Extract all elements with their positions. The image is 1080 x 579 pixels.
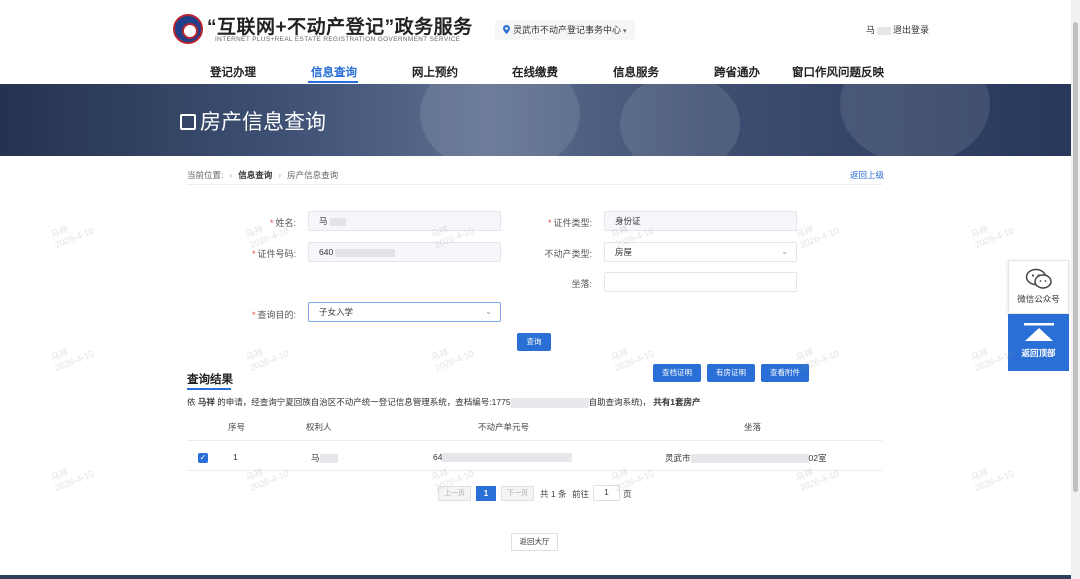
prev-page-button[interactable]: 上一页	[438, 486, 471, 501]
back-to-top-label: 返回顶部	[1021, 348, 1056, 358]
breadcrumb-level2: 房产信息查询	[287, 170, 339, 180]
chevron-down-icon: ▾	[623, 28, 627, 35]
chevron-down-icon: ⌄	[781, 247, 788, 256]
id-type-label: * 证件类型:	[547, 218, 592, 228]
nav-item-info-service[interactable]: 信息服务	[613, 64, 659, 80]
column-header-owner: 权利人	[306, 422, 332, 432]
nav-item-info-query[interactable]: 信息查询	[311, 64, 357, 80]
next-page-button[interactable]: 下一页	[501, 486, 534, 501]
watermark: 马祥 2026-4-10	[244, 466, 291, 493]
back-to-hall-button[interactable]: 返回大厅	[511, 533, 558, 551]
watermark: 马祥 2026-4-10	[969, 466, 1016, 493]
watermark: 马祥 2026-4-10	[244, 346, 291, 373]
breadcrumb-separator: ›	[229, 170, 233, 180]
view-attachment-button[interactable]: 查看附件	[761, 364, 809, 382]
column-header-unit-no: 不动产单元号	[478, 422, 530, 432]
nav-item-payment[interactable]: 在线缴费	[512, 64, 558, 80]
user-area: 马 退出登录	[866, 23, 929, 36]
redacted-block	[442, 453, 573, 463]
logo	[173, 14, 203, 44]
location-pin-icon	[503, 25, 510, 34]
nav-item-appointment[interactable]: 网上预约	[412, 64, 458, 80]
nav-item-cross-province[interactable]: 跨省通办	[714, 64, 760, 80]
nav-active-indicator	[308, 81, 358, 83]
watermark: 马祥 2026-4-10	[49, 223, 96, 250]
watermark: 马祥 2026-4-10	[794, 223, 841, 250]
property-type-label: 不动产类型:	[544, 249, 592, 259]
nav-item-feedback[interactable]: 窗口作风问题反映	[792, 64, 884, 80]
banner-decoration	[620, 84, 740, 156]
total-count: 共 1 条	[540, 489, 567, 499]
location-text: 灵武市不动产登记事务中心	[513, 25, 622, 35]
user-name: 马	[866, 25, 876, 35]
row-unit-no: 64	[433, 452, 573, 463]
watermark: 马祥 2026-4-10	[429, 346, 476, 373]
id-number-label: * 证件号码:	[251, 249, 296, 259]
redacted-block	[877, 26, 892, 35]
property-type-select[interactable]: 房屋 ⌄	[604, 242, 797, 262]
breadcrumb: 当前位置: › 信息查询 › 房产信息查询	[187, 169, 338, 181]
watermark: 马祥 2026-4-10	[49, 346, 96, 373]
results-title-underline	[187, 388, 231, 390]
page-banner: 房产信息查询	[0, 84, 1080, 156]
nav-item-registration[interactable]: 登记办理	[210, 64, 256, 80]
id-type-field[interactable]: 身份证	[604, 211, 797, 231]
name-field[interactable]: 马	[308, 211, 501, 231]
row-location: 灵武市 02室	[665, 453, 827, 464]
query-button[interactable]: 查询	[517, 333, 551, 351]
scrollbar-thumb[interactable]	[1073, 22, 1078, 492]
wechat-label: 微信公众号	[1017, 294, 1060, 304]
main-nav: 登记办理 信息查询 网上预约 在线缴费 信息服务 跨省通办 窗口作风问题反映	[0, 60, 1080, 84]
wechat-float-button[interactable]: 微信公众号	[1008, 260, 1069, 314]
purpose-label: * 查询目的:	[251, 310, 296, 320]
breadcrumb-level1[interactable]: 信息查询	[238, 170, 272, 180]
property-certificate-button[interactable]: 有房证明	[707, 364, 755, 382]
location-selector[interactable]: 灵武市不动产登记事务中心 ▾	[495, 20, 635, 40]
page-title-text: 房产信息查询	[200, 111, 326, 134]
page-unit-label: 页	[623, 489, 632, 499]
name-label: * 姓名:	[269, 218, 296, 228]
redacted-block	[335, 248, 396, 257]
breadcrumb-separator: ›	[278, 170, 282, 180]
results-title: 查询结果	[187, 374, 233, 386]
column-header-location: 坐落	[744, 422, 762, 432]
breadcrumb-prefix: 当前位置:	[187, 170, 224, 180]
page-number-current[interactable]: 1	[476, 486, 496, 501]
results-description: 依 马祥 的申请，经查询宁夏回族自治区不动产统一登记信息管理系统，查档编号:17…	[187, 397, 701, 408]
watermark: 马祥 2026-4-10	[49, 466, 96, 493]
goto-label: 前往	[572, 489, 590, 499]
divider	[187, 440, 882, 441]
row-owner: 马	[311, 452, 338, 464]
page-jump-input[interactable]: 1	[593, 485, 620, 501]
back-link[interactable]: 返回上级	[850, 169, 884, 181]
row-checkbox[interactable]: ✓	[198, 453, 208, 463]
row-index: 1	[233, 452, 238, 462]
redacted-block	[319, 454, 338, 464]
purpose-select[interactable]: 子女入学 ⌄	[308, 302, 501, 322]
record-certificate-button[interactable]: 查档证明	[653, 364, 701, 382]
redacted-block	[510, 397, 589, 408]
divider	[187, 184, 882, 185]
edit-icon	[180, 114, 196, 130]
redacted-block	[329, 217, 346, 226]
watermark: 马祥 2026-4-10	[969, 223, 1016, 250]
location-label: 坐落:	[571, 279, 592, 289]
wechat-icon	[1025, 268, 1052, 289]
footer-bar	[0, 575, 1071, 579]
site-title: “互联网+不动产登记”政务服务	[207, 17, 473, 38]
logout-link[interactable]: 退出登录	[893, 25, 929, 35]
redacted-block	[690, 454, 809, 464]
id-number-field[interactable]: 640	[308, 242, 501, 262]
chevron-down-icon: ⌄	[485, 307, 492, 316]
column-header-index: 序号	[228, 422, 246, 432]
back-to-top-button[interactable]: 返回顶部	[1008, 314, 1069, 371]
location-input[interactable]	[604, 272, 797, 292]
arrow-up-icon	[1023, 323, 1054, 341]
watermark: 马祥 2026-4-10	[609, 346, 656, 373]
site-subtitle: INTERNET PLUS+REAL ESTATE REGISTRATION G…	[215, 36, 461, 43]
banner-decoration	[420, 84, 580, 156]
banner-decoration	[840, 84, 990, 156]
divider	[187, 470, 882, 471]
page-title: 房产信息查询	[180, 106, 326, 136]
